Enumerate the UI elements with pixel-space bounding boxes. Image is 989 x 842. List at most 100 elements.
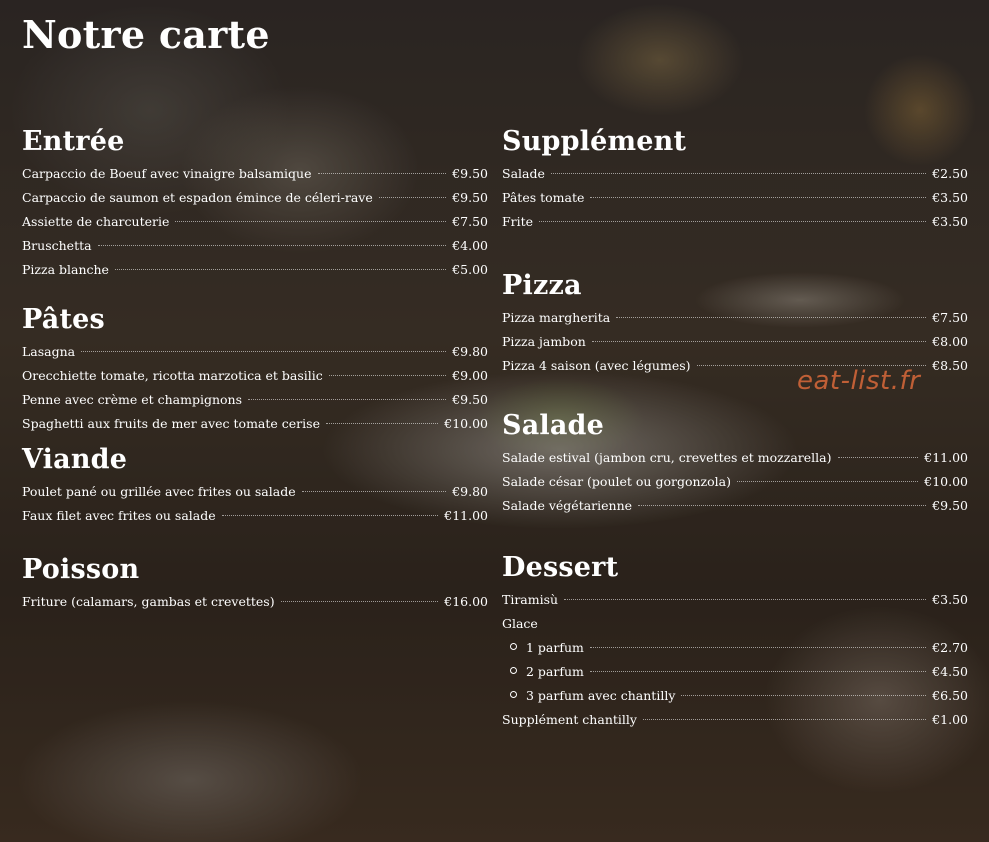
dotted-leader xyxy=(539,221,927,222)
item-name: Orecchiette tomate, ricotta marzotica et… xyxy=(22,368,323,383)
item-name: Friture (calamars, gambas et crevettes) xyxy=(22,594,275,609)
menu-section-dessert: Dessert Tiramisù €3.50 Glace 1 parfum €2.7… xyxy=(502,552,968,736)
dotted-leader xyxy=(550,173,927,174)
section-title: Salade xyxy=(502,410,605,441)
dotted-leader xyxy=(642,719,927,720)
item-name: 3 parfum avec chantilly xyxy=(526,688,676,703)
menu-item: Bruschetta €4.00 xyxy=(22,238,488,262)
dotted-leader xyxy=(328,375,447,376)
dotted-leader xyxy=(589,647,927,648)
section-title: Poisson xyxy=(22,554,140,585)
item-name: Pizza blanche xyxy=(22,262,109,277)
item-price: €11.00 xyxy=(924,450,968,465)
menu-item: Salade césar (poulet ou gorgonzola) €10.0… xyxy=(502,474,968,498)
circle-bullet-icon xyxy=(510,667,517,674)
item-name: Faux filet avec frites ou salade xyxy=(22,508,216,523)
menu-item: Tiramisù €3.50 xyxy=(502,592,968,616)
dotted-leader xyxy=(114,269,447,270)
menu-item: Frite €3.50 xyxy=(502,214,968,238)
menu-item: Friture (calamars, gambas et crevettes) €… xyxy=(22,594,488,618)
menu-item: Pizza blanche €5.00 xyxy=(22,262,488,286)
item-price: €9.80 xyxy=(452,484,488,499)
menu-item: Carpaccio de saumon et espadon émince de… xyxy=(22,190,488,214)
menu-content: Notre carte Entrée Carpaccio de Boeuf av… xyxy=(0,0,989,842)
dotted-leader xyxy=(590,197,927,198)
item-name: Salade estival (jambon cru, crevettes et… xyxy=(502,450,832,465)
menu-sub-item: 2 parfum €4.50 xyxy=(502,664,968,688)
item-name: Salade césar (poulet ou gorgonzola) xyxy=(502,474,731,489)
dotted-leader xyxy=(837,457,919,458)
item-name: Frite xyxy=(502,214,534,229)
dotted-leader xyxy=(317,173,447,174)
section-title: Entrée xyxy=(22,126,125,157)
dotted-leader xyxy=(616,317,927,318)
item-price: €16.00 xyxy=(444,594,488,609)
watermark-text: eat-list.fr xyxy=(797,366,921,396)
item-name: Lasagna xyxy=(22,344,76,359)
dotted-leader xyxy=(564,599,927,600)
menu-section-poisson: Poisson Friture (calamars, gambas et cre… xyxy=(22,554,488,618)
item-price: €4.00 xyxy=(452,238,488,253)
dotted-leader xyxy=(325,423,439,424)
menu-item: Supplément chantilly €1.00 xyxy=(502,712,968,736)
item-price: €9.50 xyxy=(452,392,488,407)
menu-section-salade: Salade Salade estival (jambon cru, creve… xyxy=(502,410,968,522)
dotted-leader xyxy=(301,491,447,492)
item-price: €3.50 xyxy=(932,592,968,607)
dotted-leader xyxy=(81,351,447,352)
dotted-leader xyxy=(280,601,439,602)
menu-item: Assiette de charcuterie €7.50 xyxy=(22,214,488,238)
dotted-leader xyxy=(175,221,447,222)
dotted-leader xyxy=(681,695,927,696)
section-title: Pizza xyxy=(502,270,582,301)
item-name: Salade xyxy=(502,166,545,181)
dotted-leader xyxy=(221,515,439,516)
item-price: €9.50 xyxy=(452,190,488,205)
menu-section-viande: Viande Poulet pané ou grillée avec frite… xyxy=(22,444,488,532)
item-price: €8.50 xyxy=(932,358,968,373)
item-name: Carpaccio de saumon et espadon émince de… xyxy=(22,190,373,205)
dotted-leader xyxy=(589,671,927,672)
menu-item: Pâtes tomate €3.50 xyxy=(502,190,968,214)
item-price: €6.50 xyxy=(932,688,968,703)
dotted-leader xyxy=(248,399,447,400)
item-price: €9.50 xyxy=(932,498,968,513)
section-title: Dessert xyxy=(502,552,619,583)
menu-item: Pizza jambon €8.00 xyxy=(502,334,968,358)
menu-item: Spaghetti aux fruits de mer avec tomate … xyxy=(22,416,488,440)
item-name: Assiette de charcuterie xyxy=(22,214,170,229)
item-name: Bruschetta xyxy=(22,238,92,253)
item-name: Supplément chantilly xyxy=(502,712,637,727)
menu-item: Carpaccio de Boeuf avec vinaigre balsami… xyxy=(22,166,488,190)
item-price: €3.50 xyxy=(932,214,968,229)
circle-bullet-icon xyxy=(510,691,517,698)
menu-item: Lasagna €9.80 xyxy=(22,344,488,368)
item-name: Pizza 4 saison (avec légumes) xyxy=(502,358,691,373)
section-title: Supplément xyxy=(502,126,687,157)
menu-column-left: Entrée Carpaccio de Boeuf avec vinaigre … xyxy=(22,126,488,618)
menu-section-pates: Pâtes Lasagna €9.80 Orecchiette tomate, r… xyxy=(22,304,488,440)
menu-sub-item: 1 parfum €2.70 xyxy=(502,640,968,664)
item-name: Tiramisù xyxy=(502,592,559,607)
menu-section-entree: Entrée Carpaccio de Boeuf avec vinaigre … xyxy=(22,126,488,286)
item-price: €2.50 xyxy=(932,166,968,181)
item-price: €8.00 xyxy=(932,334,968,349)
item-price: €7.50 xyxy=(452,214,488,229)
item-price: €4.50 xyxy=(932,664,968,679)
item-price: €10.00 xyxy=(444,416,488,431)
menu-sub-item: 3 parfum avec chantilly €6.50 xyxy=(502,688,968,712)
group-label: Glace xyxy=(502,616,538,631)
menu-section-supplement: Supplément Salade €2.50 Pâtes tomate €3.50… xyxy=(502,126,968,238)
item-price: €5.00 xyxy=(452,262,488,277)
menu-item: Salade €2.50 xyxy=(502,166,968,190)
item-price: €3.50 xyxy=(932,190,968,205)
menu-item: Penne avec crème et champignons €9.50 xyxy=(22,392,488,416)
dotted-leader xyxy=(638,505,927,506)
section-title: Viande xyxy=(22,444,128,475)
item-name: Poulet pané ou grillée avec frites ou sa… xyxy=(22,484,296,499)
item-name: Carpaccio de Boeuf avec vinaigre balsami… xyxy=(22,166,312,181)
section-title: Pâtes xyxy=(22,304,105,335)
menu-item: Poulet pané ou grillée avec frites ou sa… xyxy=(22,484,488,508)
item-price: €1.00 xyxy=(932,712,968,727)
